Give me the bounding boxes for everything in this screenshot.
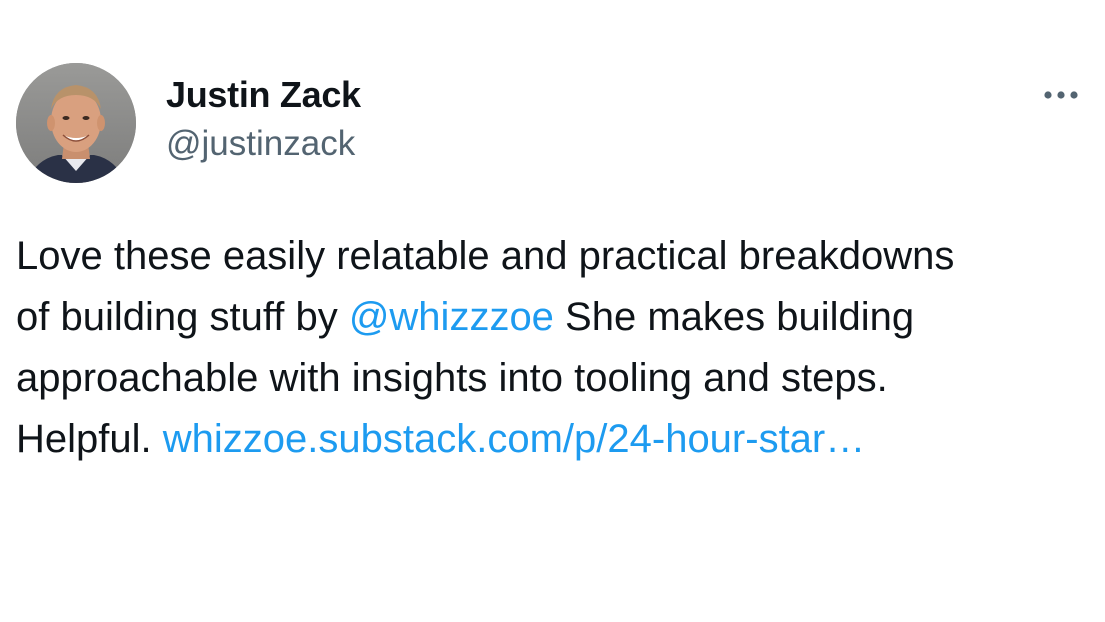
tweet-text: Love these easily relatable and practica… — [8, 226, 1086, 470]
avatar[interactable] — [16, 63, 136, 183]
author-handle[interactable]: @justinzack — [166, 124, 355, 164]
tweet-text-segment: She makes building — [553, 295, 915, 339]
avatar-photo — [16, 63, 136, 183]
tweet-card: Justin Zack @justinzack Love these easil… — [0, 0, 1105, 622]
mention-link[interactable]: @whizzzoe — [349, 295, 554, 339]
tweet-line: Helpful. whizzoe.substack.com/p/24-hour-… — [16, 409, 1086, 470]
tweet-line: approachable with insights into tooling … — [16, 348, 1086, 409]
tweet-text-segment: approachable with insights into tooling … — [16, 356, 888, 400]
more-options-button[interactable] — [1036, 82, 1086, 108]
author-name[interactable]: Justin Zack — [166, 74, 361, 116]
tweet-text-segment: Love these easily relatable and — [16, 234, 579, 278]
tweet-text-segment: Helpful. — [16, 417, 163, 461]
url-link[interactable]: whizzoe.substack.com/p/24-hour-star… — [163, 417, 866, 461]
tweet-text-segment: of building stuff by — [16, 295, 349, 339]
tweet-line: Love these easily relatable and practica… — [16, 226, 1086, 287]
tweet-line: of building stuff by @whizzzoe She makes… — [8, 287, 1086, 348]
highlighted-phrase: practical breakdowns — [578, 226, 961, 287]
highlighted-phrase: of building stuff by @whizzzoe — [8, 287, 558, 348]
more-horizontal-icon — [1044, 91, 1078, 99]
